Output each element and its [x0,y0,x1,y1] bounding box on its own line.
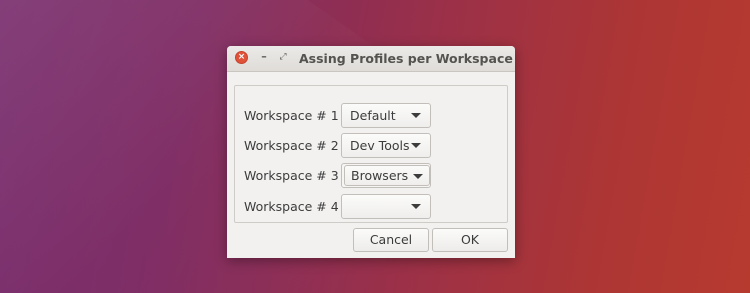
workspace-label-2: Workspace # 2 [244,138,339,153]
workspace-3-profile-select[interactable]: Browsers [344,165,430,186]
chevron-down-icon [411,204,421,209]
chevron-down-icon [411,143,421,148]
workspace-row-3: Workspace # 3 Browsers [244,163,444,188]
workspace-2-selected-value: Dev Tools [350,138,410,153]
cancel-button[interactable]: Cancel [353,228,429,252]
workspace-2-profile-select[interactable]: Dev Tools [341,133,431,158]
chevron-down-icon [413,174,423,179]
ok-button[interactable]: OK [432,228,508,252]
title-bar: × – ⤢ Assing Profiles per Workspace [227,46,515,72]
close-icon[interactable]: × [235,51,248,64]
profiles-dialog: × – ⤢ Assing Profiles per Workspace Work… [227,46,515,258]
workspace-1-selected-value: Default [350,108,396,123]
workspace-label-3: Workspace # 3 [244,168,339,183]
workspace-label-4: Workspace # 4 [244,199,339,214]
workspace-1-profile-select[interactable]: Default [341,103,431,128]
minimize-icon[interactable]: – [258,51,270,63]
workspace-row-4: Workspace # 4 [244,194,444,219]
workspace-4-profile-select[interactable] [341,194,431,219]
workspace-row-2: Workspace # 2 Dev Tools [244,133,444,158]
workspace-row-1: Workspace # 1 Default [244,103,444,128]
window-title: Assing Profiles per Workspace [299,51,513,66]
workspace-3-selected-value: Browsers [351,168,409,183]
chevron-down-icon [411,113,421,118]
desktop-background: × – ⤢ Assing Profiles per Workspace Work… [0,0,750,293]
workspace-frame: Workspace # 1 Default Workspace # 2 Dev … [234,85,508,223]
maximize-icon[interactable]: ⤢ [277,51,289,63]
workspace-label-1: Workspace # 1 [244,108,339,123]
